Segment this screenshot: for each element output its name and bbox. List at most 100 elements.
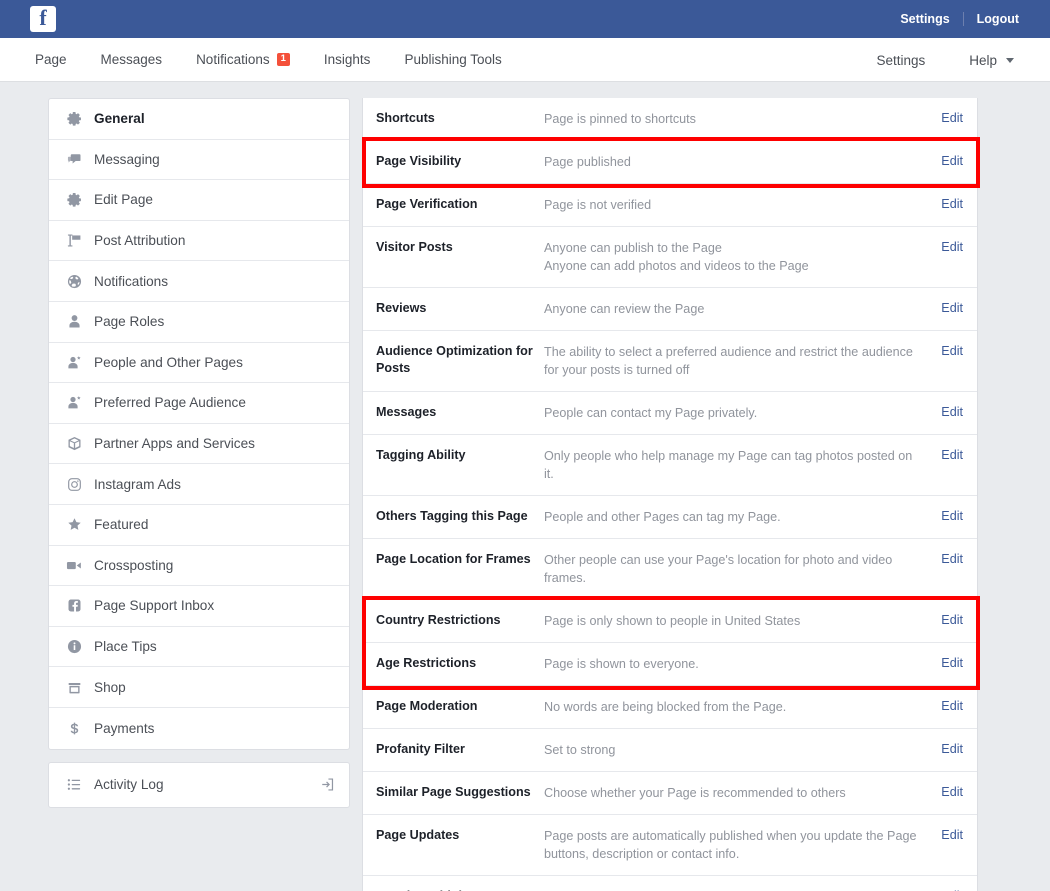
notifications-badge: 1 [277,53,290,66]
nav-bar: Page Messages Notifications 1 Insights P… [0,38,1050,82]
settings-row-title: Page Location for Frames [376,551,544,568]
settings-row: Tagging AbilityOnly people who help mana… [363,435,977,496]
sidebar-item-label: Shop [94,680,335,695]
settings-row-description: People can contact my Page privately. [544,404,929,422]
sidebar-item-partner-apps-and-services[interactable]: Partner Apps and Services [49,424,349,465]
sidebar-item-label: Messaging [94,152,335,167]
tab-insights[interactable]: Insights [307,52,388,67]
edit-link[interactable]: Edit [929,551,963,568]
edit-link[interactable]: Edit [929,508,963,525]
nav-help-menu[interactable]: Help [947,53,1036,68]
list-icon [63,777,85,792]
sidebar-item-place-tips[interactable]: Place Tips [49,627,349,668]
settings-row-description: Set to strong [544,741,929,759]
sidebar-item-label: Place Tips [94,639,335,654]
nav-settings-link[interactable]: Settings [854,53,947,68]
dollar-icon [63,721,85,736]
sidebar-item-activity-log[interactable]: Activity Log [49,763,349,807]
facebook-icon [63,598,85,613]
sidebar-item-page-roles[interactable]: Page Roles [49,302,349,343]
settings-row: Page Location for FramesOther people can… [363,539,977,600]
edit-link[interactable]: Edit [929,698,963,715]
edit-link[interactable]: Edit [929,110,963,127]
topbar-settings-link[interactable]: Settings [887,12,962,26]
settings-row-description-line-2: Anyone can add photos and videos to the … [544,257,919,275]
settings-row-title: Page Moderation [376,698,544,715]
sidebar-item-label: Activity Log [94,777,320,792]
settings-row: Page VisibilityPage publishedEdit [363,141,977,184]
sidebar-item-label: Payments [94,721,335,736]
sidebar-item-label: Instagram Ads [94,477,335,492]
settings-row-description: Page is not verified [544,196,929,214]
settings-row-title: Page Visibility [376,153,544,170]
sidebar-item-label: Post Attribution [94,233,335,248]
settings-row-description: Other people can use your Page's locatio… [544,551,929,587]
sidebar-item-messaging[interactable]: Messaging [49,140,349,181]
sidebar-item-post-attribution[interactable]: Post Attribution [49,221,349,262]
instagram-icon [63,477,85,492]
tab-publishing-tools-label: Publishing Tools [404,52,501,67]
edit-link[interactable]: Edit [929,239,963,256]
settings-row: Visitor PostsAnyone can publish to the P… [363,227,977,288]
globe-icon [63,274,85,289]
sidebar-item-people-and-other-pages[interactable]: People and Other Pages [49,343,349,384]
settings-row-title: Shortcuts [376,110,544,127]
edit-link[interactable]: Edit [929,827,963,844]
settings-row: Page ModerationNo words are being blocke… [363,686,977,729]
edit-link[interactable]: Edit [929,741,963,758]
tab-publishing-tools[interactable]: Publishing Tools [387,52,518,67]
edit-link[interactable]: Edit [929,300,963,317]
edit-link[interactable]: Edit [929,612,963,629]
gear-icon [63,192,85,207]
settings-row: Others Tagging this PagePeople and other… [363,496,977,539]
shop-icon [63,680,85,695]
settings-row-description: Anyone can publish to the PageAnyone can… [544,239,929,275]
edit-link[interactable]: Edit [929,655,963,672]
info-icon [63,639,85,654]
settings-row: Audience Optimization for PostsThe abili… [363,331,977,392]
sidebar-item-shop[interactable]: Shop [49,667,349,708]
settings-row-description: Page posts are automatically published w… [544,827,929,863]
sidebar-item-notifications[interactable]: Notifications [49,261,349,302]
settings-row: Country RestrictionsPage is only shown t… [363,600,977,643]
edit-link[interactable]: Edit [929,196,963,213]
tab-page[interactable]: Page [18,52,84,67]
facebook-logo-icon[interactable]: f [30,6,56,32]
edit-link[interactable]: Edit [929,784,963,801]
sidebar-item-crossposting[interactable]: Crossposting [49,546,349,587]
edit-link[interactable]: Edit [929,343,963,360]
settings-row-description-line-1: Anyone can publish to the Page [544,239,919,257]
sidebar-item-instagram-ads[interactable]: Instagram Ads [49,464,349,505]
settings-row: Age RestrictionsPage is shown to everyon… [363,643,977,686]
topbar-right-links: Settings Logout [887,0,1032,38]
tab-messages[interactable]: Messages [84,52,180,67]
topbar-logout-link[interactable]: Logout [964,12,1032,26]
sidebar-item-edit-page[interactable]: Edit Page [49,180,349,221]
settings-row-title: Reviews [376,300,544,317]
edit-link[interactable]: Edit [929,153,963,170]
activity-log-card: Activity Log [48,762,350,808]
tab-messages-label: Messages [101,52,163,67]
box-icon [63,436,85,451]
sidebar-item-featured[interactable]: Featured [49,505,349,546]
chevron-down-icon [1006,58,1014,63]
settings-row-description: Page is shown to everyone. [544,655,929,673]
star-icon [63,517,85,532]
sidebar-item-label: Edit Page [94,192,335,207]
edit-link[interactable]: Edit [929,404,963,421]
person-star-icon [63,355,85,370]
sidebar-item-page-support-inbox[interactable]: Page Support Inbox [49,586,349,627]
tab-notifications[interactable]: Notifications 1 [179,52,307,67]
sidebar-item-label: Featured [94,517,335,532]
settings-row-title: Similar Page Suggestions [376,784,544,801]
settings-row-title: Others Tagging this Page [376,508,544,525]
tab-insights-label: Insights [324,52,371,67]
flag-icon [63,233,85,248]
sidebar-item-payments[interactable]: Payments [49,708,349,749]
settings-sidebar: General Messaging Edit Page Post Attributio… [48,98,350,891]
edit-link[interactable]: Edit [929,447,963,464]
sidebar-item-general[interactable]: General [49,99,349,140]
arrow-into-box-icon [320,777,335,792]
sidebar-item-label: People and Other Pages [94,355,335,370]
sidebar-item-preferred-page-audience[interactable]: Preferred Page Audience [49,383,349,424]
